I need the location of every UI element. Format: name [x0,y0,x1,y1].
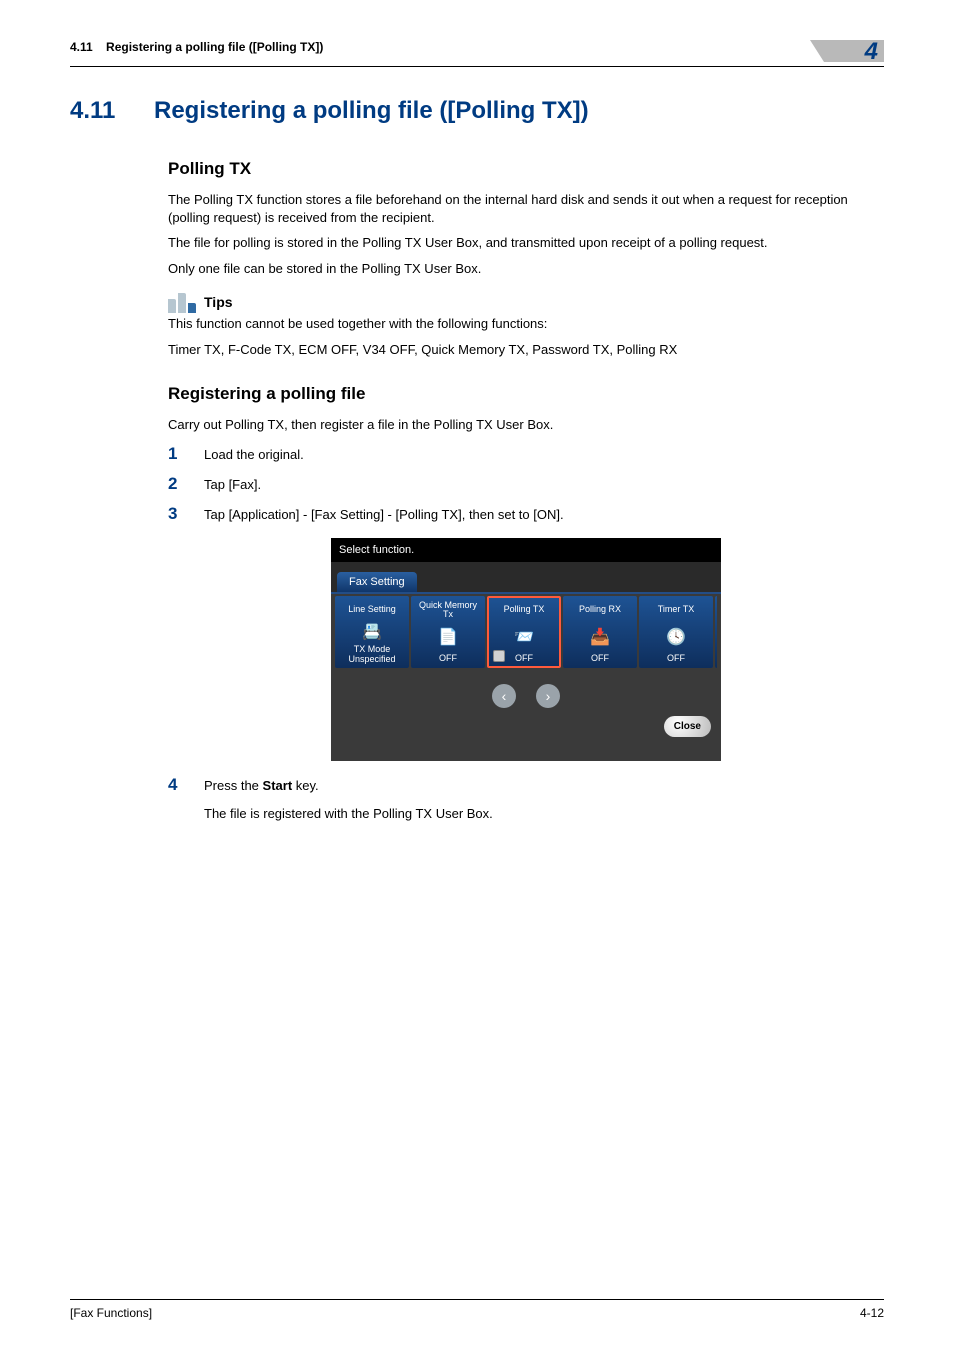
page-title-number: 4.11 [70,97,126,125]
tips-callout: Tips [168,291,884,313]
option-value: TX Mode Unspecified [337,645,407,667]
tips-text: Timer TX, F-Code TX, ECM OFF, V34 OFF, Q… [168,341,884,359]
chevron-left-icon: ‹ [502,688,507,704]
polling-rx-icon: 📥 [565,626,635,648]
subheading-registering: Registering a polling file [168,384,884,404]
tips-icon [168,291,198,313]
step-number: 1 [168,444,184,464]
running-header: 4.11 Registering a polling file ([Pollin… [70,40,323,54]
option-title: Line Setting [337,600,407,620]
footer-page-number: 4-12 [860,1306,884,1320]
footer-doc-title: [Fax Functions] [70,1306,152,1320]
polling-tx-icon: 📨 [489,626,559,648]
step-text: Press the Start key. [204,777,319,795]
chevron-right-icon: › [546,688,551,704]
step-3: 3 Tap [Application] - [Fax Setting] - [P… [168,504,884,524]
tips-text: This function cannot be used together wi… [168,315,884,333]
tips-label: Tips [204,294,233,310]
step-text-part: key. [292,778,319,793]
option-timer-tx[interactable]: Timer TX 🕓 OFF [639,596,713,668]
step-text: Tap [Fax]. [204,476,261,494]
paragraph: The file for polling is stored in the Po… [168,234,884,252]
prev-button[interactable]: ‹ [492,684,516,708]
page-footer: [Fax Functions] 4-12 [70,1299,884,1320]
step-text-part: Press the [204,778,263,793]
paragraph: Only one file can be stored in the Polli… [168,260,884,278]
step-number: 2 [168,474,184,494]
step-text: Tap [Application] - [Fax Setting] - [Pol… [204,506,564,524]
option-value: OFF [565,654,635,666]
close-button[interactable]: Close [664,716,711,737]
option-value: OFF [641,654,711,666]
step-4-sub: The file is registered with the Polling … [204,806,884,821]
header-section-number: 4.11 [70,40,93,54]
step-2: 2 Tap [Fax]. [168,474,884,494]
next-button[interactable]: › [536,684,560,708]
header-section-title: Registering a polling file ([Polling TX]… [106,40,323,54]
option-title: Polling RX [565,600,635,620]
step-number: 4 [168,775,184,795]
paragraph: The Polling TX function stores a file be… [168,191,884,226]
subheading-polling-tx: Polling TX [168,159,884,179]
option-title: Quick Memory Tx [413,600,483,620]
option-line-setting[interactable]: Line Setting 📇 TX Mode Unspecified [335,596,409,668]
step-1: 1 Load the original. [168,444,884,464]
option-quick-memory-tx[interactable]: Quick Memory Tx 📄 OFF [411,596,485,668]
step-text: Load the original. [204,446,304,464]
start-key-label: Start [263,778,293,793]
chapter-number: 4 [865,38,878,66]
tab-fax-setting[interactable]: Fax Setting [337,572,417,592]
option-polling-rx[interactable]: Polling RX 📥 OFF [563,596,637,668]
page-title-text: Registering a polling file ([Polling TX]… [154,97,589,125]
option-polling-tx[interactable]: Polling TX 📨 OFF [487,596,561,668]
line-setting-icon: 📇 [337,622,407,644]
footer-rule [70,1299,884,1300]
header-rule [70,66,884,67]
paragraph: Carry out Polling TX, then register a fi… [168,416,884,434]
option-title: Timer TX [641,600,711,620]
chapter-badge: 4 [824,40,884,62]
fax-setting-screenshot: Select function. Fax Setting Line Settin… [331,538,721,761]
timer-tx-icon: 🕓 [641,626,711,648]
step-4: 4 Press the Start key. [168,775,884,795]
page-title: 4.11 Registering a polling file ([Pollin… [70,97,884,125]
checkbox-icon[interactable] [493,650,505,662]
option-value: OFF [413,654,483,666]
screenshot-prompt: Select function. [331,538,721,562]
option-title: Polling TX [489,600,559,620]
step-number: 3 [168,504,184,524]
memory-tx-icon: 📄 [413,626,483,648]
option-overflow-fragment [715,596,717,668]
